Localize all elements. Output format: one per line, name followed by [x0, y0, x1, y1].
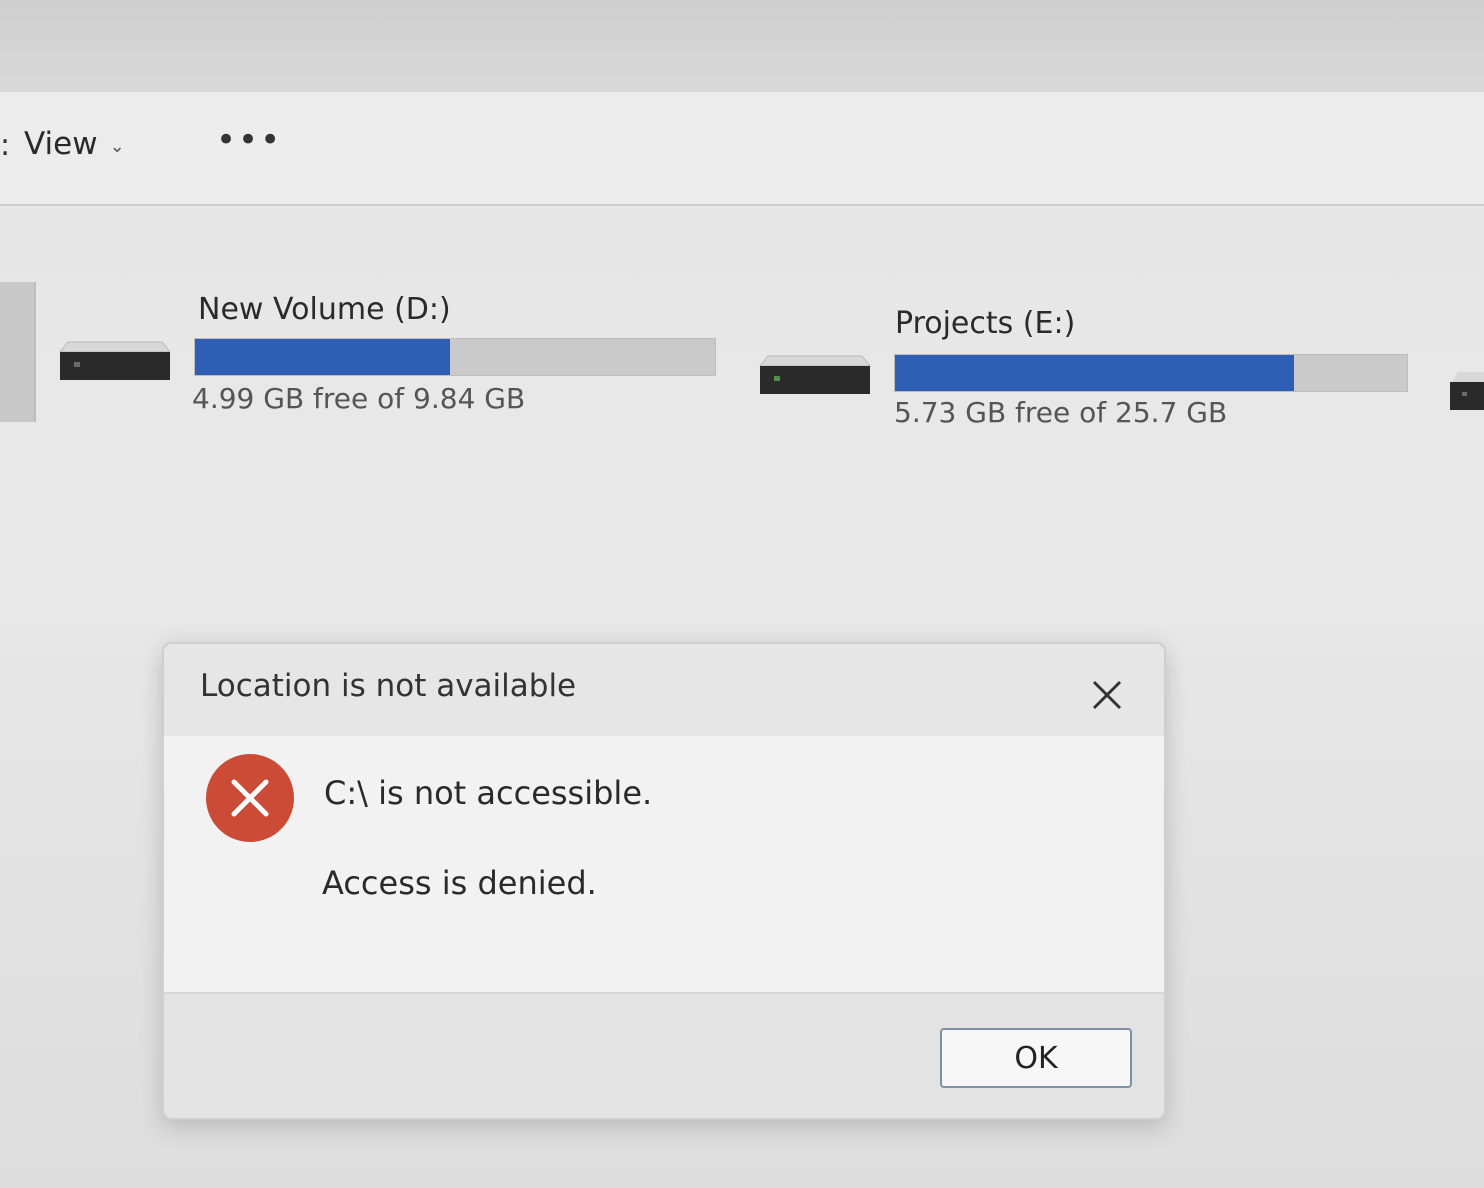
- view-menu-button[interactable]: View ⌄: [24, 126, 125, 162]
- dialog-title: Location is not available: [200, 668, 577, 704]
- close-button[interactable]: [1080, 668, 1134, 722]
- close-icon: [1092, 680, 1122, 710]
- hard-drive-icon: [758, 355, 872, 394]
- drive-title: New Volume (D:): [198, 292, 451, 327]
- error-icon: [206, 754, 294, 842]
- chevron-down-icon: ⌄: [109, 135, 125, 157]
- hard-drive-icon[interactable]: [1448, 360, 1484, 410]
- dialog-footer: OK: [164, 992, 1164, 1118]
- drive-usage-bar: [194, 338, 716, 376]
- drive-free-space: 5.73 GB free of 25.7 GB: [894, 396, 1228, 429]
- partial-drive-tile[interactable]: [0, 282, 36, 422]
- drive-title: Projects (E:): [895, 306, 1076, 341]
- more-options-button[interactable]: •••: [216, 120, 282, 160]
- dialog-body: C:\ is not accessible. Access is denied.: [164, 736, 1164, 992]
- error-message: C:\ is not accessible.: [324, 774, 653, 812]
- drive-usage-bar: [894, 354, 1408, 392]
- toolbar-separator-fragment: :: [0, 128, 11, 163]
- drive-usage-fill: [895, 355, 1295, 391]
- hard-drive-icon: [58, 341, 172, 380]
- dialog-titlebar: Location is not available: [164, 644, 1164, 736]
- view-menu-label: View: [24, 126, 98, 162]
- error-dialog: Location is not available C:\ is not acc…: [162, 642, 1166, 1120]
- drive-free-space: 4.99 GB free of 9.84 GB: [192, 382, 526, 415]
- drive-usage-fill: [195, 339, 450, 375]
- ok-button[interactable]: OK: [940, 1028, 1132, 1088]
- screen-top-band: [0, 0, 1484, 92]
- error-detail: Access is denied.: [322, 864, 597, 902]
